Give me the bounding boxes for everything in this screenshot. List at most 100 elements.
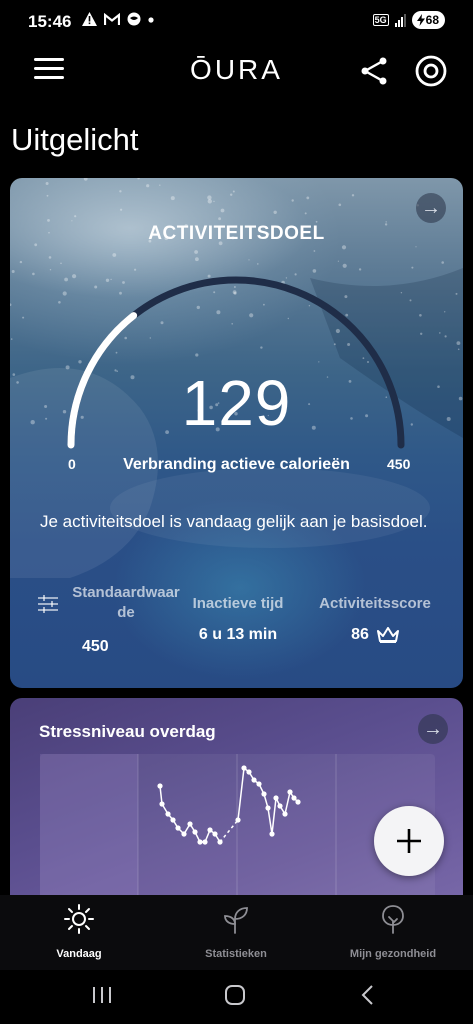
- alert-icon: [82, 12, 97, 26]
- spray-dot: [415, 246, 417, 248]
- sliders-icon: [38, 595, 58, 613]
- spray-dot: [218, 217, 222, 221]
- nav-item-my-health[interactable]: Mijn gezondheid: [318, 903, 468, 960]
- spray-dot: [74, 215, 77, 218]
- spray-dot: [439, 332, 441, 334]
- spray-dot: [441, 261, 445, 264]
- arrow-right-icon: →: [421, 196, 441, 219]
- spray-dot: [194, 250, 199, 254]
- spray-dot: [358, 268, 362, 271]
- spray-dot: [48, 256, 52, 259]
- spray-dot: [32, 272, 35, 276]
- spray-dot: [46, 194, 49, 197]
- stat-value-row: 86: [310, 626, 440, 644]
- activity-goal-card[interactable]: → ACTIVITEITSDOEL 129 0 Verbranding acti…: [10, 178, 463, 688]
- spray-dot: [409, 299, 412, 302]
- spray-dot: [45, 182, 49, 185]
- plus-icon: [397, 829, 421, 853]
- nav-label: Vandaag: [56, 948, 102, 960]
- spray-dot: [195, 257, 199, 262]
- add-fab-button[interactable]: [374, 806, 444, 876]
- spray-dot: [273, 210, 277, 214]
- spray-dot: [455, 292, 458, 295]
- spray-dot: [420, 332, 423, 335]
- nav-label: Statistieken: [205, 948, 267, 960]
- notification-icons: [82, 12, 154, 28]
- system-status: 5G 68: [372, 11, 445, 29]
- spray-dot: [134, 268, 137, 271]
- spray-dot: [159, 184, 161, 186]
- stat-label: Activiteitsscore: [319, 595, 431, 612]
- gauge-max-label: 450: [387, 456, 411, 472]
- back-icon[interactable]: [356, 983, 380, 1007]
- spray-dot: [248, 259, 250, 261]
- signal-icon: [394, 13, 406, 27]
- spray-dot: [457, 348, 460, 351]
- spray-dot: [444, 335, 447, 338]
- spray-dot: [230, 193, 233, 196]
- bottom-nav: Vandaag Statistieken Mijn gezondheid: [0, 895, 473, 970]
- sprout-icon: [224, 907, 248, 934]
- system-nav-bar: [0, 970, 473, 1024]
- active-calories-value: 129: [181, 367, 292, 439]
- spray-dot: [338, 203, 342, 207]
- recent-apps-icon[interactable]: [90, 983, 114, 1007]
- charging-icon: [416, 14, 425, 26]
- spray-dot: [146, 184, 150, 188]
- network-type: 5G: [372, 14, 389, 26]
- vpn-icon: [127, 12, 141, 26]
- stat-inactive-time: Inactieve tijd 6 u 13 min: [188, 583, 288, 644]
- open-activity-arrow[interactable]: →: [416, 193, 446, 223]
- stat-activity-score: Activiteitsscore 86: [310, 583, 440, 644]
- battery-level: 68: [425, 13, 439, 27]
- spray-dot: [119, 190, 122, 193]
- spray-dot: [213, 200, 215, 203]
- nav-item-statistics[interactable]: Statistieken: [161, 903, 311, 960]
- spray-dot: [291, 199, 294, 202]
- home-icon[interactable]: [223, 983, 247, 1007]
- spray-dot: [304, 212, 307, 215]
- spray-dot: [60, 262, 62, 265]
- spray-dot: [112, 253, 117, 257]
- spray-dot: [306, 196, 310, 200]
- spray-dot: [444, 311, 446, 313]
- spray-dot: [19, 260, 23, 264]
- spray-dot: [341, 245, 347, 250]
- tree-icon: [382, 905, 404, 934]
- stat-value: 450: [82, 638, 109, 655]
- stat-label: Standaardwaar de: [72, 584, 180, 621]
- spray-dot: [351, 194, 355, 197]
- stat-value: 86: [351, 626, 369, 643]
- spray-dot: [232, 190, 235, 193]
- stat-label: Inactieve tijd: [192, 595, 284, 612]
- spray-dot: [207, 195, 212, 200]
- arrow-right-icon: →: [423, 717, 443, 740]
- spray-dot: [170, 196, 175, 201]
- spray-dot: [11, 270, 15, 273]
- battery-indicator: 68: [411, 11, 445, 29]
- spray-dot: [411, 266, 414, 269]
- spray-dot: [49, 269, 52, 271]
- ring-icon[interactable]: [414, 54, 448, 88]
- spray-dot: [337, 260, 339, 262]
- stat-value: 6 u 13 min: [198, 626, 278, 643]
- gmail-icon: [103, 12, 120, 25]
- status-bar: 15:46 5G 68: [0, 0, 473, 42]
- app-header: ŌURA: [0, 48, 473, 92]
- spray-dot: [71, 220, 73, 222]
- open-stress-arrow[interactable]: →: [418, 714, 448, 744]
- spray-dot: [257, 263, 259, 265]
- status-time: 15:46: [28, 12, 72, 31]
- stress-title: Stressniveau overdag: [39, 722, 216, 741]
- dot-icon: [148, 17, 154, 23]
- spray-dot: [47, 219, 50, 222]
- share-icon[interactable]: [358, 56, 390, 86]
- spray-dot: [10, 338, 13, 340]
- spray-dot: [22, 316, 25, 319]
- nav-item-today[interactable]: Vandaag: [4, 903, 154, 960]
- spray-dot: [342, 263, 347, 268]
- spray-dot: [120, 208, 123, 211]
- sun-icon: [64, 904, 94, 934]
- crown-icon: [376, 627, 399, 643]
- activity-description: Je activiteitsdoel is vandaag gelijk aan…: [40, 512, 428, 531]
